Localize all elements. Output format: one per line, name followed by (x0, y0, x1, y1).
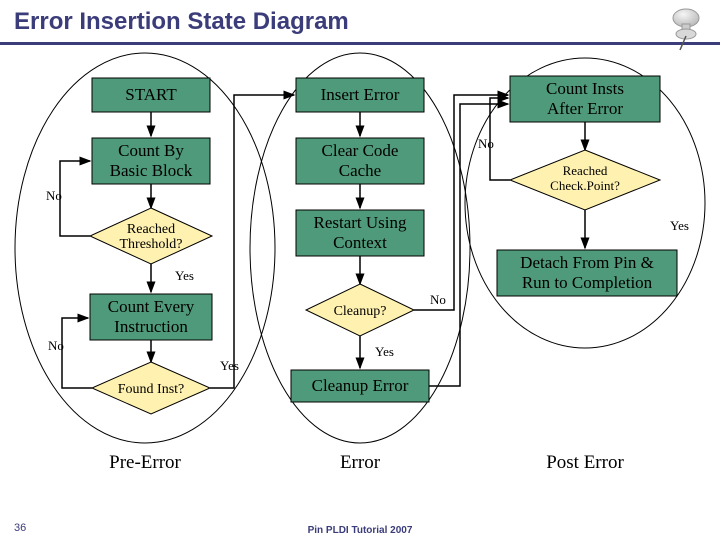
arrow-thresh-no (60, 161, 90, 236)
label-thresh-no: No (46, 188, 62, 203)
label-cp-yes: Yes (670, 218, 689, 233)
page-title: Error Insertion State Diagram (0, 0, 720, 38)
label-cleanup-no: No (430, 292, 446, 307)
node-start-label: START (125, 85, 177, 104)
label-thresh-yes: Yes (175, 268, 194, 283)
footer-text: Pin PLDI Tutorial 2007 (0, 525, 720, 536)
node-reached-cp-l2: Check.Point? (550, 178, 620, 193)
label-found-no: No (48, 338, 64, 353)
node-count-every-l1: Count Every (108, 297, 195, 316)
node-restart-l2: Context (333, 233, 387, 252)
state-diagram: START Count By Basic Block Reached Thres… (0, 48, 720, 508)
label-cleanup-yes: Yes (375, 344, 394, 359)
label-cp-no: No (478, 136, 494, 151)
pushpin-icon (662, 6, 706, 52)
node-clear-cache-l2: Cache (339, 161, 381, 180)
arrow-cleanuperr-to-count-after (429, 104, 508, 386)
label-found-yes: Yes (220, 358, 239, 373)
node-count-every-l2: Instruction (114, 317, 188, 336)
node-reached-threshold-l2: Threshold? (120, 237, 183, 252)
node-cleanup-error-label: Cleanup Error (312, 376, 409, 395)
node-count-bb-l1: Count By (118, 141, 184, 160)
node-reached-threshold-l1: Reached (127, 222, 175, 237)
node-count-after-l1: Count Insts (546, 79, 624, 98)
node-found-inst-label: Found Inst? (118, 382, 185, 397)
arrow-cleanup-no-to-count-after (414, 95, 508, 310)
node-detach-l1: Detach From Pin & (520, 253, 654, 272)
node-reached-cp-l1: Reached (563, 163, 608, 178)
node-detach-l2: Run to Completion (522, 273, 653, 292)
node-restart-l1: Restart Using (313, 213, 407, 232)
col-label-pre-error: Pre-Error (109, 452, 181, 473)
col-label-post-error: Post Error (546, 452, 624, 473)
node-clear-cache-l1: Clear Code (322, 141, 399, 160)
arrow-found-yes-to-insert (210, 95, 294, 388)
node-count-after-l2: After Error (547, 99, 623, 118)
arrow-found-no (62, 318, 92, 388)
node-cleanup-q-label: Cleanup? (334, 304, 387, 319)
col-label-error: Error (340, 452, 381, 473)
node-count-bb-l2: Basic Block (110, 161, 193, 180)
node-insert-error-label: Insert Error (321, 85, 400, 104)
title-divider (0, 42, 720, 45)
